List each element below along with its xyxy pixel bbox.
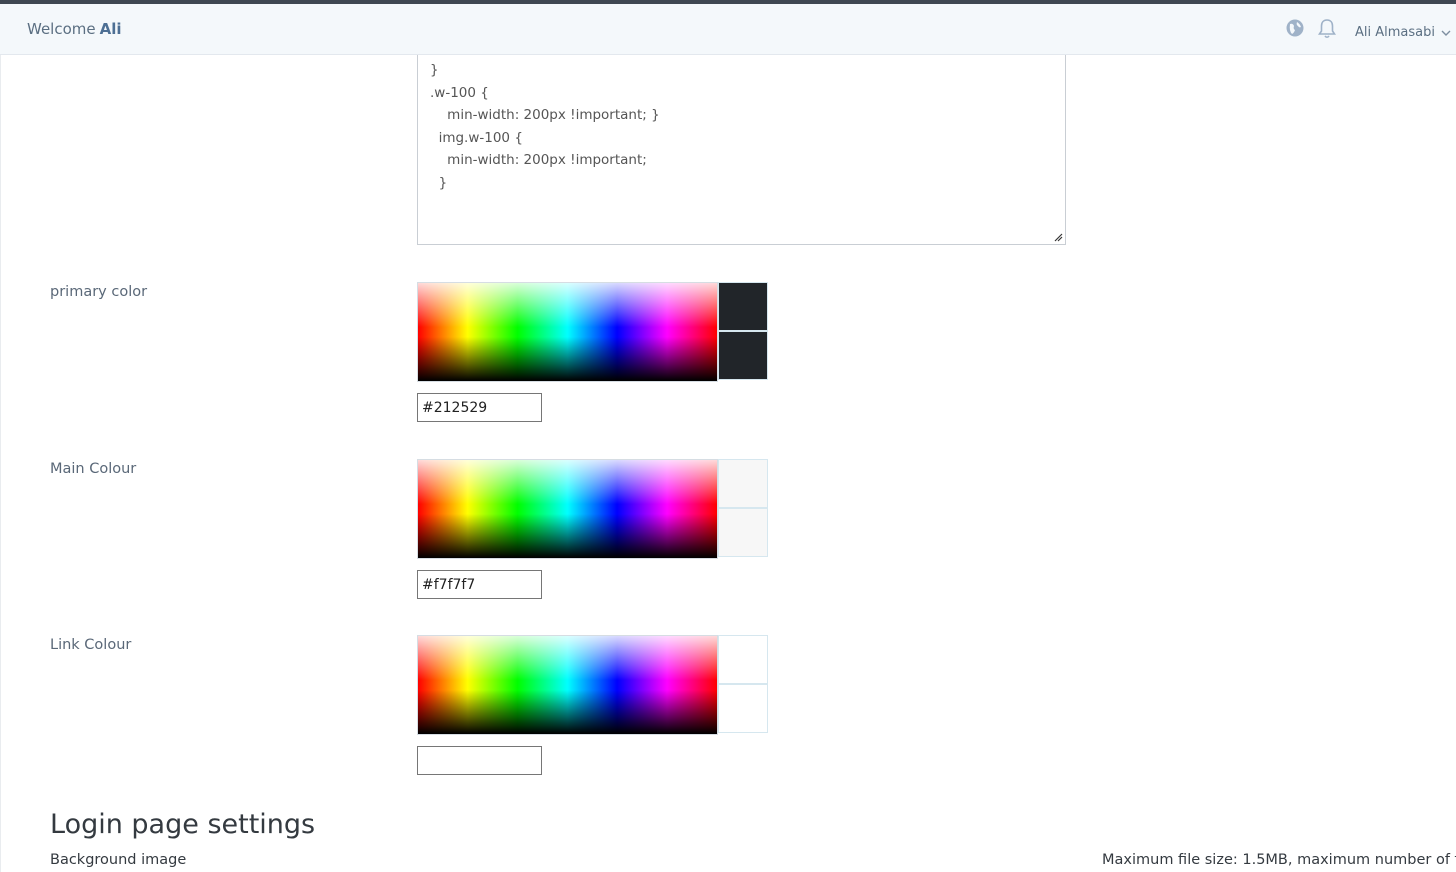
user-name: Ali Almasabi (1355, 25, 1435, 40)
link-colour-swatch-current (718, 635, 768, 684)
primary-color-picker[interactable] (417, 282, 768, 382)
link-colour-spectrum[interactable] (417, 635, 718, 735)
custom-css-textarea[interactable]: } .w-100 { min-width: 200px !important; … (417, 40, 1066, 245)
link-colour-hex-input[interactable] (417, 746, 542, 775)
top-navbar: Welcome Ali Ali Almasabi (0, 4, 1456, 55)
custom-css-code: } .w-100 { min-width: 200px !important; … (430, 62, 660, 191)
main-colour-swatch-current (718, 459, 768, 508)
welcome-user-name: Ali (99, 20, 122, 38)
link-colour-picker[interactable] (417, 635, 768, 735)
chevron-down-icon (1441, 30, 1451, 36)
main-colour-swatch-selected (718, 508, 768, 557)
max-file-size-note: Maximum file size: 1.5MB, maximum number… (1102, 852, 1456, 868)
login-settings-heading: Login page settings (50, 809, 316, 840)
main-colour-label: Main Colour (50, 461, 137, 477)
main-colour-spectrum[interactable] (417, 459, 718, 559)
primary-color-hex-input[interactable] (417, 393, 542, 422)
primary-color-swatch-selected (718, 331, 768, 380)
link-colour-swatch-selected (718, 684, 768, 733)
globe-icon[interactable] (1285, 18, 1305, 38)
primary-color-label: primary color (50, 284, 148, 300)
main-colour-picker[interactable] (417, 459, 768, 559)
user-menu[interactable]: Ali Almasabi (1355, 25, 1451, 40)
welcome-message: Welcome Ali (27, 20, 122, 38)
page-left-border (0, 54, 1, 872)
primary-color-swatch-current (718, 282, 768, 331)
primary-color-spectrum[interactable] (417, 282, 718, 382)
background-image-label: Background image (50, 852, 187, 868)
link-colour-label: Link Colour (50, 637, 132, 653)
main-colour-hex-input[interactable] (417, 570, 542, 599)
bell-icon[interactable] (1317, 18, 1337, 39)
resize-handle-icon[interactable] (1053, 232, 1063, 242)
welcome-text: Welcome (27, 20, 96, 38)
